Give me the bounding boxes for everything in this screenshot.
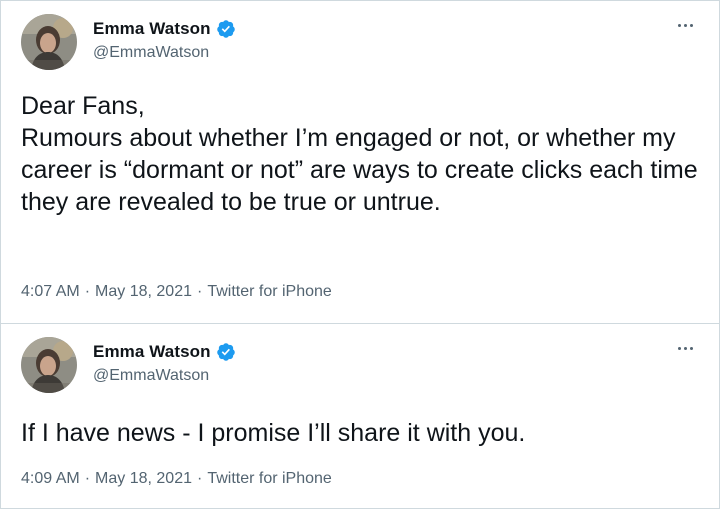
more-options-icon[interactable] — [673, 339, 697, 357]
author-name-row: Emma Watson — [93, 342, 236, 362]
verified-badge-icon — [216, 20, 235, 38]
profile-photo-icon — [21, 337, 77, 393]
tweet-date[interactable]: May 18, 2021 — [95, 283, 192, 301]
avatar[interactable] — [21, 14, 77, 70]
dot — [689, 346, 693, 350]
tweet-text: Dear Fans, Rumours about whether I’m eng… — [21, 92, 698, 216]
author-handle[interactable]: @EmmaWatson — [93, 44, 209, 62]
verified-badge-icon — [216, 343, 235, 361]
tweet-screenshot-frame: Emma Watson @EmmaWatson Dear Fans, Rumou… — [0, 0, 720, 509]
dot — [689, 23, 693, 27]
meta-separator: · — [196, 470, 203, 487]
author-name-row: Emma Watson — [93, 19, 236, 39]
tweet-card[interactable]: Emma Watson @EmmaWatson Dear Fans, Rumou… — [1, 1, 719, 323]
meta-separator: · — [84, 470, 91, 487]
author-name[interactable]: Emma Watson — [93, 19, 211, 39]
tweet-date[interactable]: May 18, 2021 — [95, 470, 192, 488]
author-name[interactable]: Emma Watson — [93, 342, 211, 362]
tweet-time[interactable]: 4:09 AM — [21, 470, 80, 488]
tweet-meta: 4:07 AM · May 18, 2021 · Twitter for iPh… — [21, 283, 332, 301]
tweet-text: If I have news - I promise I’ll share it… — [21, 419, 526, 447]
author-handle[interactable]: @EmmaWatson — [93, 367, 209, 385]
tweet-card[interactable]: Emma Watson @EmmaWatson If I have news -… — [1, 324, 719, 508]
tweet-source[interactable]: Twitter for iPhone — [207, 470, 332, 488]
dot — [683, 346, 687, 350]
more-options-icon[interactable] — [673, 16, 697, 34]
tweet-meta: 4:09 AM · May 18, 2021 · Twitter for iPh… — [21, 470, 332, 488]
tweet-time[interactable]: 4:07 AM — [21, 283, 80, 301]
dot — [683, 23, 687, 27]
meta-separator: · — [196, 283, 203, 300]
dot — [677, 23, 681, 27]
tweet-source[interactable]: Twitter for iPhone — [207, 283, 332, 301]
avatar[interactable] — [21, 337, 77, 393]
meta-separator: · — [84, 283, 91, 300]
profile-photo-icon — [21, 14, 77, 70]
dot — [677, 346, 681, 350]
